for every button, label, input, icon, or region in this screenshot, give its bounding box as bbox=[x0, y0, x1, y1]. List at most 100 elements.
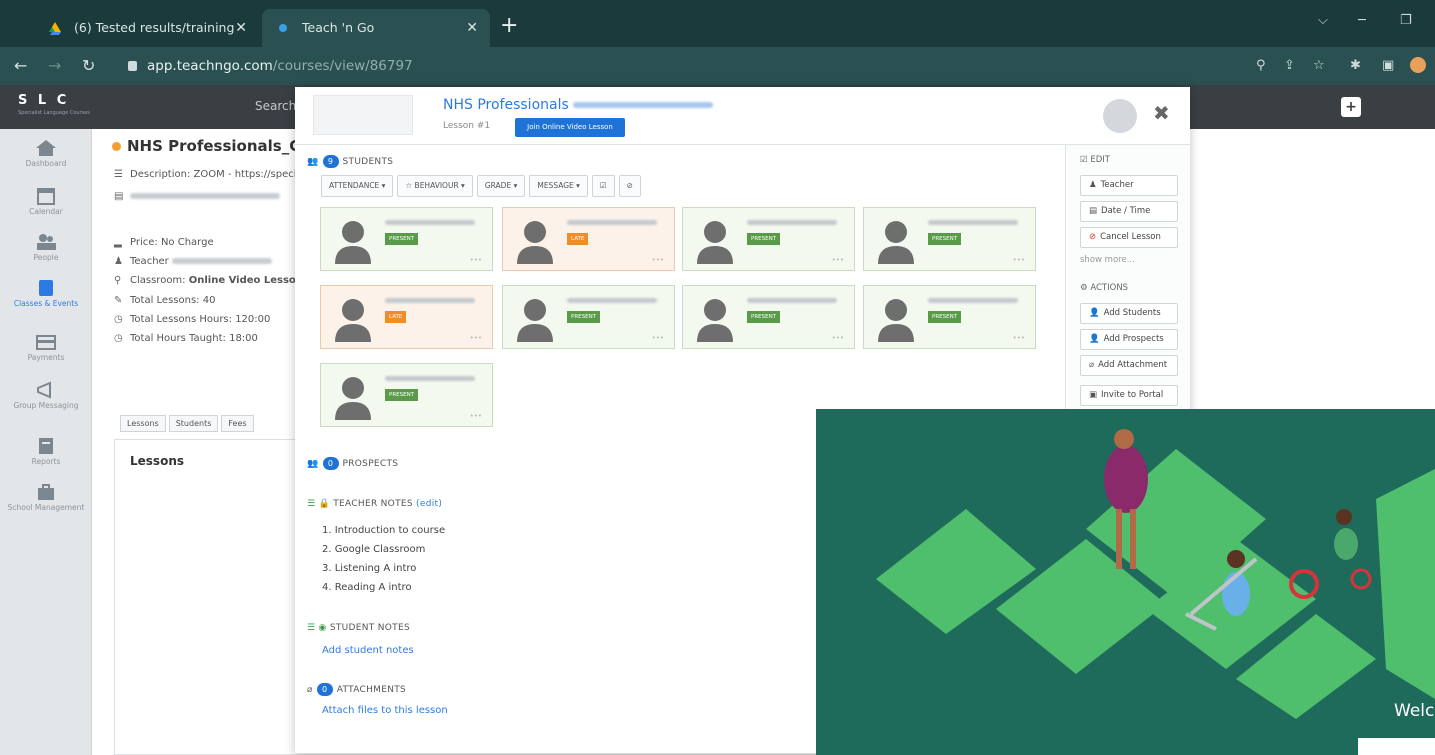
sidebar-label: Payments bbox=[27, 353, 65, 362]
student-card[interactable]: LATE ••• bbox=[502, 207, 675, 271]
classes-icon bbox=[39, 280, 53, 296]
tab-lessons[interactable]: Lessons bbox=[120, 415, 166, 432]
change-datetime-button[interactable]: ▤ Date / Time bbox=[1080, 201, 1178, 222]
tab-fees[interactable]: Fees bbox=[221, 415, 254, 432]
bookmark-star-icon[interactable]: ☆ bbox=[1313, 58, 1325, 73]
sidebar-item-school-management[interactable]: School Management bbox=[0, 483, 92, 512]
attendance-status-badge[interactable]: PRESENT bbox=[747, 311, 781, 323]
school-logo[interactable]: S L C Specialist Language Courses bbox=[18, 93, 90, 116]
avatar-placeholder-icon bbox=[335, 377, 371, 420]
add-students-button[interactable]: 👤 Add Students bbox=[1080, 303, 1178, 324]
location-pin-icon: ⚲ bbox=[114, 275, 122, 286]
sidebar-item-people[interactable]: People bbox=[0, 233, 92, 262]
students-count-badge: 9 bbox=[322, 155, 339, 168]
student-card[interactable]: PRESENT ••• bbox=[863, 207, 1036, 271]
back-arrow-icon[interactable]: ← bbox=[14, 56, 27, 75]
join-video-lesson-button[interactable]: Join Online Video Lesson bbox=[515, 118, 625, 137]
side-panel-icon[interactable]: ▣ bbox=[1382, 58, 1394, 73]
tab-search-chevron-icon[interactable]: ⌵ bbox=[1318, 13, 1328, 28]
student-card[interactable]: PRESENT ••• bbox=[682, 207, 855, 271]
edit-notes-link[interactable]: (edit) bbox=[416, 499, 442, 509]
attendance-status-badge[interactable]: PRESENT bbox=[385, 233, 419, 245]
course-teacher: ♟ Teacher bbox=[114, 256, 272, 267]
sidebar-item-classes-events[interactable]: Classes & Events bbox=[0, 279, 92, 308]
prospects-section-header: 👥 0 PROSPECTS bbox=[307, 457, 398, 470]
more-options-icon[interactable]: ••• bbox=[470, 412, 482, 420]
forward-arrow-icon[interactable]: → bbox=[48, 56, 61, 75]
attendance-status-badge[interactable]: PRESENT bbox=[928, 311, 962, 323]
browser-tab-tested-results[interactable]: (6) Tested results/training propo ✕ bbox=[34, 9, 259, 73]
more-options-icon[interactable]: ••• bbox=[832, 334, 844, 342]
more-options-icon[interactable]: ••• bbox=[1013, 256, 1025, 264]
avatar-placeholder-icon bbox=[517, 299, 553, 342]
student-card[interactable]: PRESENT ••• bbox=[502, 285, 675, 349]
add-student-notes-link[interactable]: Add student notes bbox=[322, 645, 414, 656]
attendance-status-badge[interactable]: PRESENT bbox=[567, 311, 601, 323]
add-attachment-button[interactable]: ⌀ Add Attachment bbox=[1080, 355, 1178, 376]
student-card[interactable]: PRESENT ••• bbox=[682, 285, 855, 349]
more-options-icon[interactable]: ••• bbox=[470, 334, 482, 342]
select-all-button[interactable]: ☑ bbox=[591, 175, 615, 197]
sidebar-item-calendar[interactable]: Calendar bbox=[0, 187, 92, 216]
attendance-status-badge[interactable]: PRESENT bbox=[385, 389, 419, 401]
price-text: Price: No Charge bbox=[130, 237, 214, 248]
new-tab-button[interactable]: + bbox=[500, 13, 518, 38]
sidebar-item-payments[interactable]: Payments bbox=[0, 333, 92, 362]
sidebar-item-group-messaging[interactable]: Group Messaging bbox=[0, 381, 92, 410]
show-more-link[interactable]: show more... bbox=[1080, 255, 1135, 265]
add-prospects-button[interactable]: 👤 Add Prospects bbox=[1080, 329, 1178, 350]
attendance-status-badge[interactable]: PRESENT bbox=[928, 233, 962, 245]
attendance-status-badge[interactable]: PRESENT bbox=[747, 233, 781, 245]
more-options-icon[interactable]: ••• bbox=[652, 334, 664, 342]
attendance-dropdown[interactable]: ATTENDANCE ▾ bbox=[321, 175, 394, 197]
extensions-puzzle-icon[interactable]: ✱ bbox=[1350, 58, 1361, 73]
student-card[interactable]: PRESENT ••• bbox=[320, 207, 493, 271]
more-options-icon[interactable]: ••• bbox=[832, 256, 844, 264]
sidebar-item-reports[interactable]: Reports bbox=[0, 437, 92, 466]
tab-students[interactable]: Students bbox=[168, 415, 219, 432]
more-options-icon[interactable]: ••• bbox=[470, 256, 482, 264]
student-card[interactable]: PRESENT ••• bbox=[863, 285, 1036, 349]
attendance-status-badge[interactable]: LATE bbox=[385, 311, 407, 323]
profile-avatar[interactable] bbox=[1410, 57, 1426, 73]
student-name-redacted bbox=[747, 220, 837, 225]
add-user-icon: 👤 bbox=[1089, 308, 1100, 318]
close-tab-icon[interactable]: ✕ bbox=[235, 9, 247, 47]
share-icon[interactable]: ⇪ bbox=[1284, 58, 1295, 73]
course-total-hours: ◷ Total Lessons Hours: 120:00 bbox=[114, 314, 270, 325]
cancel-lesson-button[interactable]: ⊘ Cancel Lesson bbox=[1080, 227, 1178, 248]
close-modal-icon[interactable]: ✖ bbox=[1153, 101, 1170, 125]
more-options-icon[interactable]: ••• bbox=[652, 256, 664, 264]
attendance-status-badge[interactable]: LATE bbox=[567, 233, 589, 245]
student-name-redacted bbox=[928, 220, 1018, 225]
actions-label: ACTIONS bbox=[1090, 283, 1129, 293]
people-icon: 👥 bbox=[307, 459, 319, 469]
maximize-button[interactable]: ❐ bbox=[1400, 13, 1412, 28]
message-dropdown[interactable]: MESSAGE ▾ bbox=[529, 175, 588, 197]
welcome-input-box[interactable] bbox=[1358, 738, 1435, 755]
quick-add-button[interactable]: + bbox=[1341, 97, 1361, 117]
grade-dropdown[interactable]: GRADE ▾ bbox=[476, 175, 526, 197]
clear-button[interactable]: ⊘ bbox=[618, 175, 641, 197]
edit-icon: ☑ bbox=[1080, 155, 1088, 165]
student-card[interactable]: PRESENT ••• bbox=[320, 363, 493, 427]
browser-tab-teachngo[interactable]: Teach 'n Go ✕ bbox=[262, 9, 490, 47]
student-card[interactable]: LATE ••• bbox=[320, 285, 493, 349]
close-tab-icon[interactable]: ✕ bbox=[466, 9, 478, 47]
lesson-title[interactable]: NHS Professionals bbox=[443, 97, 714, 113]
global-search-input[interactable]: Search bbox=[255, 99, 296, 113]
zoom-icon[interactable]: ⚲ bbox=[1256, 58, 1266, 73]
minimize-button[interactable]: ─ bbox=[1358, 13, 1366, 28]
behaviour-dropdown[interactable]: ☆ BEHAVIOUR ▾ bbox=[397, 175, 473, 197]
more-options-icon[interactable]: ••• bbox=[1013, 334, 1025, 342]
add-user-icon: 👤 bbox=[1089, 334, 1100, 344]
sidebar-item-dashboard[interactable]: Dashboard bbox=[0, 139, 92, 168]
teachngo-favicon-icon bbox=[279, 24, 287, 32]
change-teacher-button[interactable]: ♟ Teacher bbox=[1080, 175, 1178, 196]
address-bar[interactable]: app.teachngo.com/courses/view/86797 bbox=[128, 54, 1268, 78]
paperclip-icon: ⌀ bbox=[1089, 360, 1095, 370]
payments-icon bbox=[36, 335, 56, 350]
attach-files-link[interactable]: Attach files to this lesson bbox=[322, 705, 448, 716]
invite-to-portal-button[interactable]: ▣ Invite to Portal bbox=[1080, 385, 1178, 406]
reload-icon[interactable]: ↻ bbox=[82, 56, 95, 75]
